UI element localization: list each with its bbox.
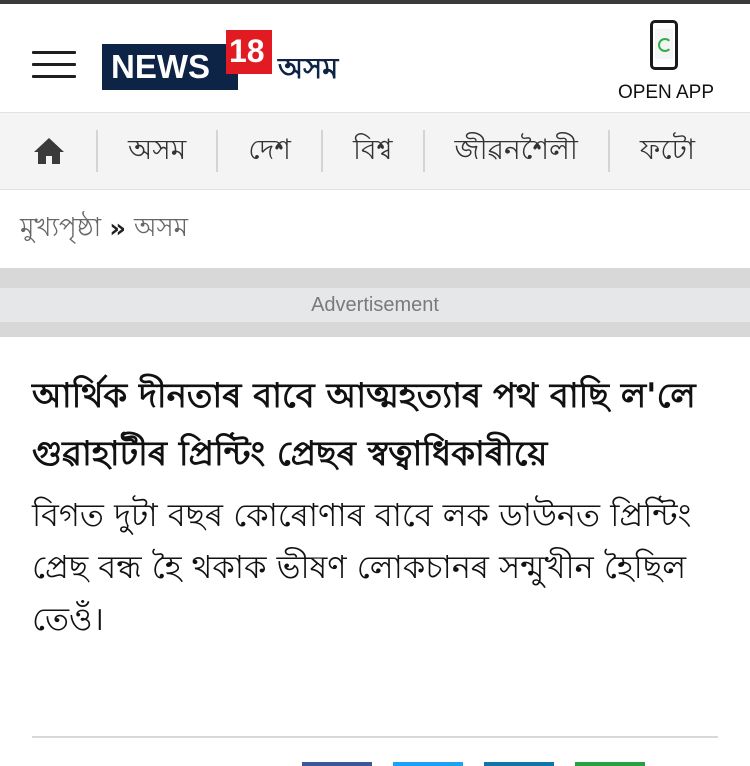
nav-item-photo[interactable]: ফটো [640, 128, 695, 175]
logo-region-text: অসম [278, 51, 339, 85]
nav-item-label: অসম [128, 132, 187, 166]
whatsapp-share-button[interactable] [575, 762, 645, 766]
nav-separator [320, 130, 323, 172]
site-logo[interactable]: NEWS 18 অসম [102, 30, 362, 92]
nav-separator [607, 130, 610, 172]
logo-18-box: 18 [226, 30, 272, 74]
divider [32, 736, 718, 738]
category-nav: অসম দেশ বিশ্ব জীৱনশৈলী ফটো [0, 113, 750, 190]
nav-separator [216, 130, 219, 172]
nav-separator [422, 130, 425, 172]
nav-item-desh[interactable]: দেশ [248, 128, 291, 175]
article-headline: আৰ্থিক দীনতাৰ বাবে আত্মহত্যাৰ পথ বাছি ল'… [32, 376, 696, 474]
advertisement-band: Advertisement [0, 268, 750, 337]
breadcrumb-separator: » [109, 214, 126, 244]
site-header: NEWS 18 অসম OPEN APP [0, 4, 750, 113]
breadcrumb-current-link[interactable]: অসম [134, 207, 188, 251]
logo-news-text: NEWS [111, 48, 210, 85]
article-summary: বিগত দুটা বছৰ কোৰোণাৰ বাবে লক ডাউনত প্ৰি… [32, 496, 692, 638]
facebook-share-button[interactable] [302, 762, 372, 766]
breadcrumb-home-link[interactable]: মুখ্যপৃষ্ঠা [20, 207, 101, 251]
nav-item-assam[interactable]: অসম [128, 128, 186, 175]
advertisement-label: Advertisement [311, 294, 439, 316]
logo-news-box: NEWS [102, 44, 238, 90]
breadcrumb: মুখ্যপৃষ্ঠা » অসম [0, 190, 750, 268]
nav-separator [96, 130, 98, 172]
nav-item-label: জীৱনশৈলী [454, 132, 578, 166]
nav-item-label: দেশ [248, 132, 291, 166]
nav-item-lifestyle[interactable]: জীৱনশৈলী [455, 128, 578, 175]
open-app-label: OPEN APP [617, 82, 715, 103]
open-app-button[interactable]: OPEN APP [614, 20, 718, 106]
linkedin-share-button[interactable] [484, 762, 554, 766]
mobile-phone-icon [650, 20, 678, 70]
nav-item-label: ফটো [639, 132, 695, 166]
article-body: আৰ্থিক দীনতাৰ বাবে আত্মহত্যাৰ পথ বাছি ল'… [0, 337, 750, 645]
logo-18-text: 18 [229, 33, 265, 69]
hamburger-menu-icon[interactable] [32, 48, 76, 80]
nav-item-bishwa[interactable]: বিশ্ব [353, 128, 393, 175]
home-icon[interactable] [32, 135, 66, 167]
twitter-share-button[interactable] [393, 762, 463, 766]
nav-item-label: বিশ্ব [352, 132, 393, 166]
